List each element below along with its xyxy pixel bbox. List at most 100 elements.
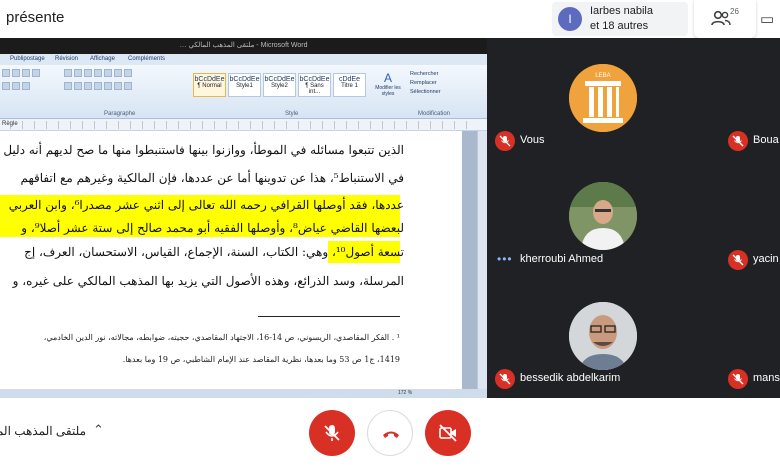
align-center-button[interactable] <box>74 82 82 90</box>
align-left-button[interactable] <box>64 82 72 90</box>
clear-format-button[interactable] <box>32 69 40 77</box>
svg-text:LEBA: LEBA <box>595 73 610 79</box>
ribbon-tabs: Publipostage Révision Affichage Compléme… <box>0 54 487 65</box>
ruler-marks <box>10 121 470 129</box>
style-normal[interactable]: bCcDdEe ¶ Normal <box>193 73 226 97</box>
avatar: LEBA <box>569 64 637 132</box>
numbering-button[interactable] <box>74 69 82 77</box>
font-size-button[interactable] <box>2 69 10 77</box>
institution-logo-icon: LEBA <box>569 64 637 132</box>
document-line: في الاستنباط⁵، هذا عن تدوينها أما عن عدد… <box>20 171 404 185</box>
camera-toggle-button[interactable] <box>425 410 471 456</box>
shading-button[interactable] <box>114 82 122 90</box>
people-button[interactable]: 26 <box>694 0 756 38</box>
status-bar: 172 % <box>0 389 487 398</box>
style-style2[interactable]: bCcDdEe Style2 <box>263 73 296 97</box>
chat-icon[interactable]: ▭ <box>760 10 774 28</box>
participant-name: Vous <box>520 134 545 146</box>
participants-pill[interactable]: I Iarbes nabila et 18 autres <box>552 2 688 36</box>
group-paragraphe: Paragraphe <box>104 111 136 117</box>
ribbon: Paragraphe bCcDdEe ¶ Normal bCcDdEe Style1… <box>0 65 487 119</box>
group-modification: Modification <box>418 111 451 117</box>
meeting-name: ملتقى المذهب المال <box>0 424 86 438</box>
group-style: Style <box>285 111 299 117</box>
ruler: Règle <box>0 119 487 131</box>
style-titre1[interactable]: cDdEe Titre 1 <box>333 73 366 97</box>
tab-affichage[interactable]: Affichage <box>90 56 115 62</box>
select-button[interactable]: Sélectionner <box>410 88 441 97</box>
style-label: Style1 <box>236 83 253 89</box>
paragraph-toolbar-row2 <box>64 82 132 92</box>
mic-off-icon <box>495 131 515 151</box>
font-toolbar-row <box>2 69 40 79</box>
style-label: ¶ Sans int... <box>305 83 324 95</box>
style-sample: bCcDdEe <box>299 76 330 83</box>
person-photo-icon <box>569 302 637 370</box>
tab-publipostage[interactable]: Publipostage <box>10 56 45 62</box>
pill-name: Iarbes nabila <box>590 5 653 17</box>
participant-name: Boua <box>753 134 779 146</box>
leave-call-button[interactable] <box>367 410 413 456</box>
sort-button[interactable] <box>114 69 122 77</box>
hang-up-icon <box>383 431 399 438</box>
bullets-button[interactable] <box>64 69 72 77</box>
mic-toggle-button[interactable] <box>309 410 355 456</box>
top-bar: présente I Iarbes nabila et 18 autres 26… <box>0 0 780 38</box>
case-button[interactable] <box>2 82 10 90</box>
document-line: الذين تتبعوا مسائله في الموطأ، ووازنوا ب… <box>3 143 404 157</box>
styles-icon: A <box>383 71 392 85</box>
style-sample: cDdEe <box>338 76 360 83</box>
avatar <box>569 182 637 250</box>
footnote-separator <box>258 316 400 317</box>
document-page[interactable]: الذين تتبعوا مسائله في الموطأ، ووازنوا ب… <box>0 131 462 389</box>
edit-group: Rechercher Remplacer Sélectionner <box>410 70 441 97</box>
person-photo-icon <box>569 182 637 250</box>
decrease-indent-button[interactable] <box>94 69 102 77</box>
tab-complements[interactable]: Compléments <box>128 56 165 62</box>
bottom-bar: ملتقى المذهب المال ⌃ <box>0 398 780 470</box>
presenter-title: présente <box>6 9 65 26</box>
multilevel-button[interactable] <box>84 69 92 77</box>
participant-tiles: LEBA Vous Boua ••• kherroubi Ahmed yacin… <box>487 38 780 398</box>
change-styles-label: Modifier les styles <box>375 85 401 97</box>
justify-button[interactable] <box>94 82 102 90</box>
people-count: 26 <box>730 7 739 16</box>
show-marks-button[interactable] <box>124 69 132 77</box>
replace-button[interactable]: Remplacer <box>410 79 441 88</box>
style-sample: bCcDdEe <box>194 76 225 83</box>
vertical-scrollbar[interactable] <box>477 131 487 389</box>
highlight-button[interactable] <box>12 82 20 90</box>
align-right-button[interactable] <box>84 82 92 90</box>
increase-indent-button[interactable] <box>104 69 112 77</box>
document-line: المرسلة، وسد الذرائع، وهذه الأصول التي ي… <box>12 274 404 288</box>
participant-name: yacin <box>753 253 779 265</box>
font-color-button[interactable] <box>22 82 30 90</box>
borders-button[interactable] <box>124 82 132 90</box>
camera-off-icon <box>439 424 457 442</box>
style-style1[interactable]: bCcDdEe Style1 <box>228 73 261 97</box>
document-line: عددها، فقد أوصلها القرافي رحمه الله تعال… <box>8 198 404 212</box>
style-label: Style2 <box>271 83 288 89</box>
line-spacing-button[interactable] <box>104 82 112 90</box>
document-area: الذين تتبعوا مسائله في الموطأ، ووازنوا ب… <box>0 131 487 389</box>
mic-off-icon <box>728 250 748 270</box>
document-line: تسعة أصول¹⁰، وهي: الكتاب، السنة، الإجماع… <box>24 245 404 259</box>
participant-name: bessedik abdelkarim <box>520 372 621 384</box>
shrink-font-button[interactable] <box>22 69 30 77</box>
tab-revision[interactable]: Révision <box>55 56 78 62</box>
word-title-bar: … ملتقى المذهب المالكي - Microsoft Word <box>0 38 487 54</box>
avatar: I <box>558 7 582 31</box>
style-label: Titre 1 <box>341 83 358 89</box>
change-styles-button[interactable]: A Modifier les styles <box>374 71 402 101</box>
meet-window: présente I Iarbes nabila et 18 autres 26… <box>0 0 780 470</box>
grow-font-button[interactable] <box>12 69 20 77</box>
speaking-dots-icon: ••• <box>497 252 513 266</box>
chevron-up-icon[interactable]: ⌃ <box>93 422 104 438</box>
style-sample: bCcDdEe <box>264 76 295 83</box>
avatar <box>569 302 637 370</box>
style-sample: bCcDdEe <box>229 76 260 83</box>
font-toolbar-row2 <box>2 82 30 92</box>
find-button[interactable]: Rechercher <box>410 70 441 79</box>
participant-name: kherroubi Ahmed <box>520 253 604 265</box>
style-sans-int[interactable]: bCcDdEe ¶ Sans int... <box>298 73 331 97</box>
